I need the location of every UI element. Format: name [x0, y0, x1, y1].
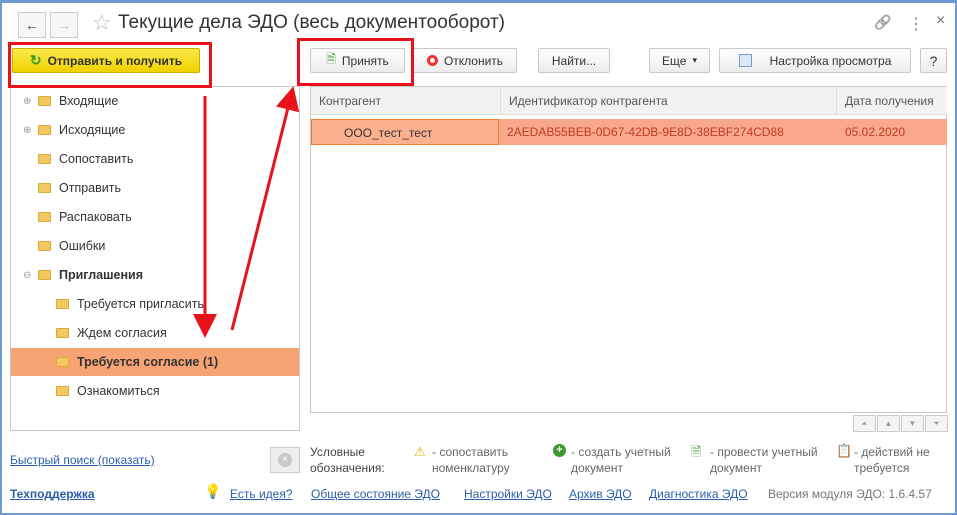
annotation-arrows [193, 86, 300, 338]
arrow-up [230, 86, 300, 331]
